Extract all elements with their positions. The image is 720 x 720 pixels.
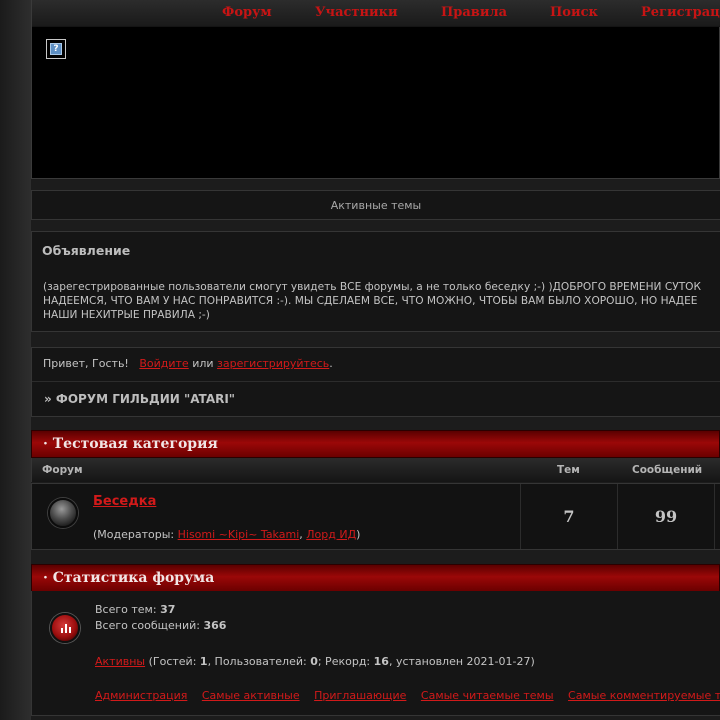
announcement-line: НАДЕЕМСЯ, ЧТО ВАМ У НАС ПОНРАВИТСЯ :-). …	[43, 295, 698, 307]
online-users-line: Активны (Гостей: 1, Пользователей: 0; Ре…	[95, 655, 535, 668]
record-label: ; Рекорд:	[317, 655, 374, 668]
total-topics-line: Всего тем: 37	[95, 603, 175, 616]
forum-moderators: (Модераторы: Hisomi ~Kipi~ Takami, Лорд …	[93, 528, 360, 541]
announcement-line: НАШИ НЕХИТРЫЕ ПРАВИЛА ;-)	[43, 309, 210, 321]
breadcrumb[interactable]: » ФОРУМ ГИЛЬДИИ "ATARI"	[44, 392, 235, 406]
statistics-panel: Всего тем: 37 Всего сообщений: 366 Актив…	[31, 591, 720, 716]
register-link[interactable]: зарегистрируйтесь	[217, 357, 329, 370]
statistics-icon	[50, 613, 80, 643]
forum-name-link[interactable]: Беседка	[93, 494, 156, 509]
moderator-link[interactable]: Hisomi ~Kipi~ Takami	[178, 528, 300, 541]
announcement-title: Объявление	[42, 243, 131, 258]
total-topics-value: 37	[160, 603, 176, 616]
guests-label: (Гостей:	[145, 655, 200, 668]
announcement-panel: Объявление (зарегестрированные пользоват…	[31, 231, 720, 332]
total-posts-label: Всего сообщений:	[95, 619, 200, 632]
most-active-link[interactable]: Самые активные	[202, 689, 300, 702]
total-posts-line: Всего сообщений: 366	[95, 619, 226, 632]
active-users-link[interactable]: Активны	[95, 655, 145, 668]
most-read-topics-link[interactable]: Самые читаемые темы	[421, 689, 554, 702]
admins-link[interactable]: Администрация	[95, 689, 187, 702]
nav-forum[interactable]: Форум	[222, 5, 272, 20]
statistics-links: Администрация Самые активные Приглашающи…	[95, 689, 720, 702]
forum-row: Беседка (Модераторы: Hisomi ~Kipi~ Takam…	[31, 483, 720, 550]
guest-greeting: Привет, Гость! Войдите или зарегистрируй…	[43, 357, 333, 370]
topics-count-cell: 7	[521, 484, 618, 549]
record-count: 16	[373, 655, 389, 668]
forum-header: Форум Участники Правила Поиск Регистрац …	[31, 0, 720, 179]
moderators-suffix: )	[356, 528, 361, 541]
users-label: , Пользователей:	[207, 655, 311, 668]
announcement-line: (зарегестрированные пользователи смогут …	[43, 281, 702, 293]
total-topics-label: Всего тем:	[95, 603, 157, 616]
column-topics: Тем	[557, 464, 580, 476]
welcome-panel: Привет, Гость! Войдите или зарегистрируй…	[31, 347, 720, 417]
dot-text: .	[329, 357, 333, 370]
forum-table-header: Форум Тем Сообщений	[31, 458, 720, 482]
topics-count: 7	[563, 507, 575, 526]
total-posts-value: 366	[203, 619, 227, 632]
divider	[32, 381, 720, 382]
login-link[interactable]: Войдите	[139, 357, 188, 370]
moderator-link[interactable]: Лорд ИД	[306, 528, 356, 541]
nav-rules[interactable]: Правила	[441, 5, 507, 20]
broken-image-icon: ?	[46, 39, 66, 59]
nav-search[interactable]: Поиск	[550, 5, 598, 20]
forum-status-icon	[48, 498, 78, 528]
posts-count-cell: 99	[618, 484, 715, 549]
forum-cell: Беседка (Модераторы: Hisomi ~Kipi~ Takam…	[32, 484, 521, 549]
users-count: 0	[310, 655, 318, 668]
top-navigation: Форум Участники Правила Поиск Регистрац	[32, 0, 720, 27]
or-text: или	[192, 357, 214, 370]
column-posts: Сообщений	[632, 464, 703, 476]
column-forum: Форум	[42, 464, 83, 476]
guests-count: 1	[199, 655, 208, 668]
greeting-text: Привет, Гость!	[43, 357, 129, 370]
announcement-text: (зарегестрированные пользователи смогут …	[43, 280, 720, 322]
nav-register[interactable]: Регистрац	[641, 5, 720, 20]
moderators-label: (Модераторы:	[93, 528, 178, 541]
statistics-header[interactable]: · Статистика форума	[31, 564, 720, 592]
active-topics-link[interactable]: Активные темы	[31, 190, 720, 220]
category-header[interactable]: · Тестовая категория	[31, 430, 720, 458]
most-commented-topics-link[interactable]: Самые комментируемые т	[568, 689, 720, 702]
posts-count: 99	[654, 507, 678, 526]
active-topics-label[interactable]: Активные темы	[331, 199, 422, 212]
inviters-link[interactable]: Приглашающие	[314, 689, 406, 702]
nav-members[interactable]: Участники	[315, 5, 398, 20]
record-date: , установлен 2021-01-27)	[388, 655, 535, 668]
